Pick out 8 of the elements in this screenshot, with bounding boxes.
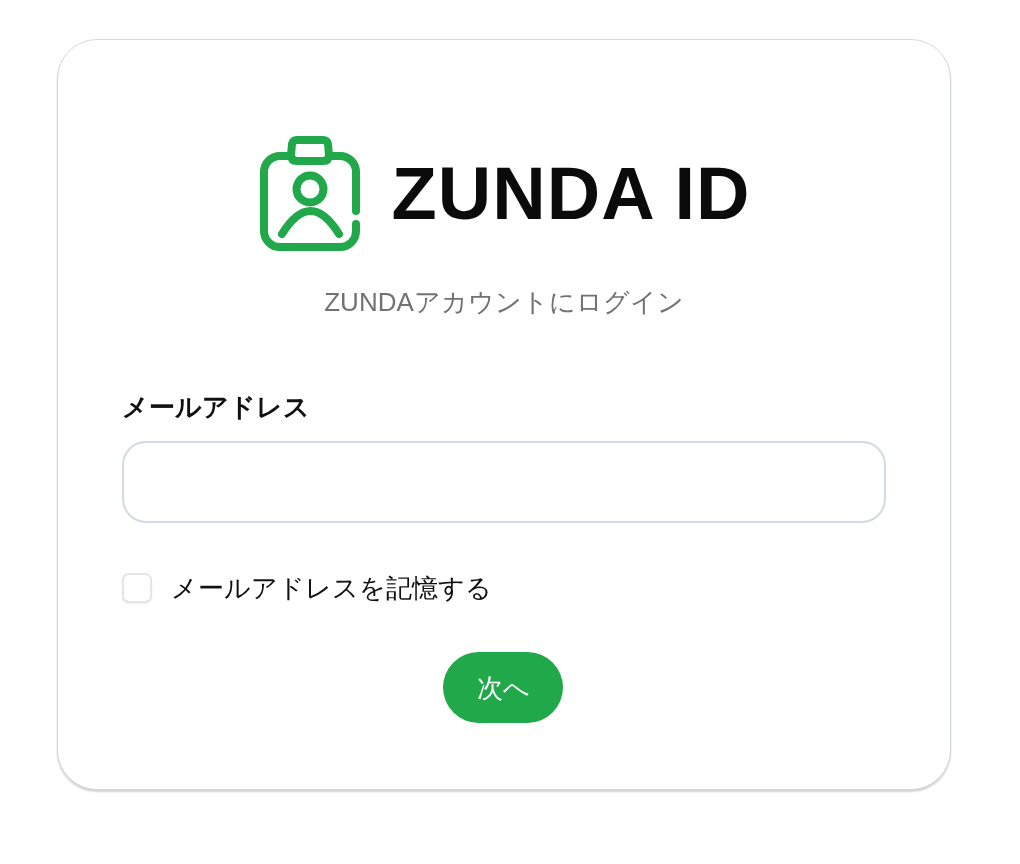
logo-wordmark: ZUNDA ID	[391, 157, 751, 231]
email-label: メールアドレス	[122, 391, 310, 424]
remember-label: メールアドレスを記憶する	[171, 572, 492, 605]
email-input[interactable]	[122, 441, 886, 523]
next-button[interactable]: 次へ	[443, 652, 563, 723]
subtitle-text: ZUNDAアカウントにログイン	[324, 286, 684, 319]
id-badge-logo-icon	[257, 135, 362, 253]
remember-checkbox[interactable]	[122, 573, 152, 603]
